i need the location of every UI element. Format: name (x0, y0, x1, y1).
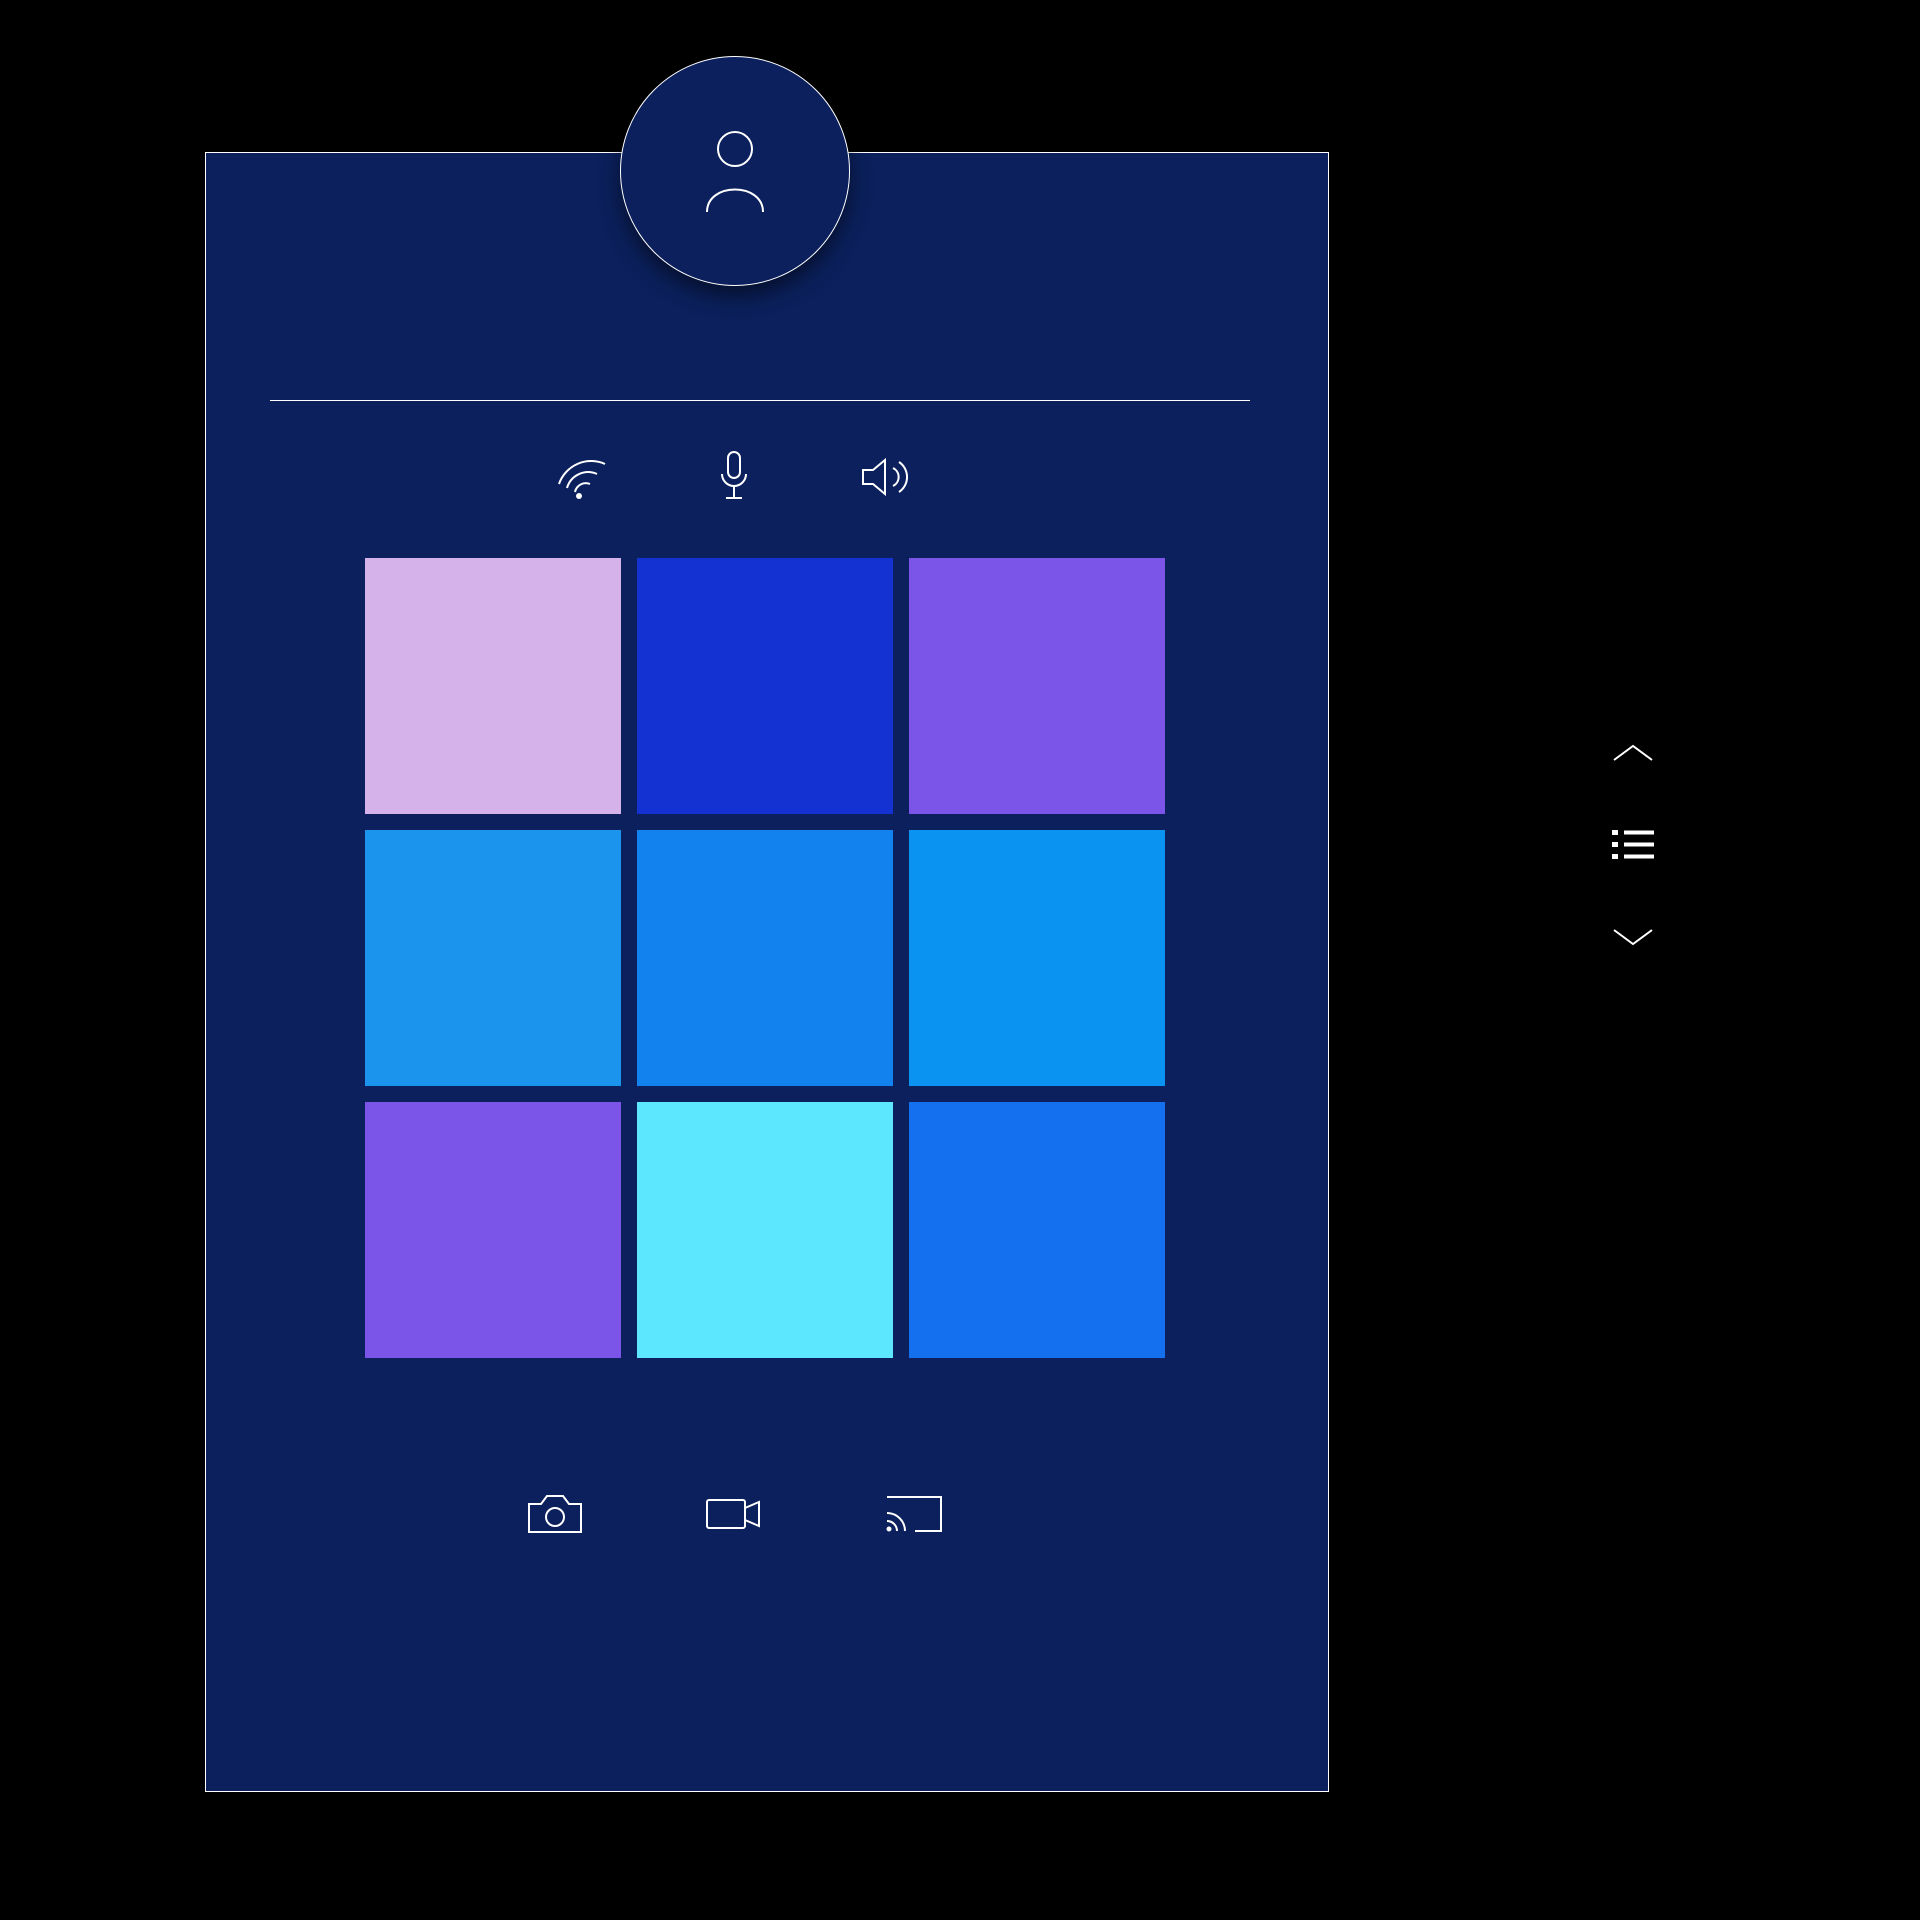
nav-up-button[interactable] (1610, 740, 1656, 771)
cast-button[interactable] (883, 1491, 945, 1542)
cast-icon (883, 1491, 945, 1542)
tile-grid (365, 558, 1165, 1358)
wifi-icon (555, 454, 609, 505)
top-icon-row (555, 448, 915, 511)
tile-6[interactable] (365, 1102, 621, 1358)
tile-5[interactable] (909, 830, 1165, 1086)
video-button[interactable] (703, 1494, 765, 1539)
avatar-button[interactable] (620, 56, 850, 286)
chevron-down-icon (1610, 924, 1656, 955)
list-icon (1610, 826, 1656, 869)
tile-2[interactable] (909, 558, 1165, 814)
tile-4[interactable] (637, 830, 893, 1086)
tile-8[interactable] (909, 1102, 1165, 1358)
tile-1[interactable] (637, 558, 893, 814)
microphone-icon (714, 448, 754, 511)
divider-line (270, 400, 1250, 401)
video-icon (703, 1494, 765, 1539)
nav-down-button[interactable] (1610, 924, 1656, 955)
camera-button[interactable] (525, 1490, 585, 1543)
speaker-button[interactable] (859, 454, 915, 505)
tile-0[interactable] (365, 558, 621, 814)
speaker-icon (859, 454, 915, 505)
chevron-up-icon (1610, 740, 1656, 771)
side-nav (1603, 740, 1663, 955)
bottom-icon-row (525, 1490, 945, 1543)
tile-7[interactable] (637, 1102, 893, 1358)
nav-list-button[interactable] (1610, 826, 1656, 869)
tile-3[interactable] (365, 830, 621, 1086)
user-icon (700, 124, 770, 219)
camera-icon (525, 1490, 585, 1543)
microphone-button[interactable] (714, 448, 754, 511)
wifi-button[interactable] (555, 454, 609, 505)
